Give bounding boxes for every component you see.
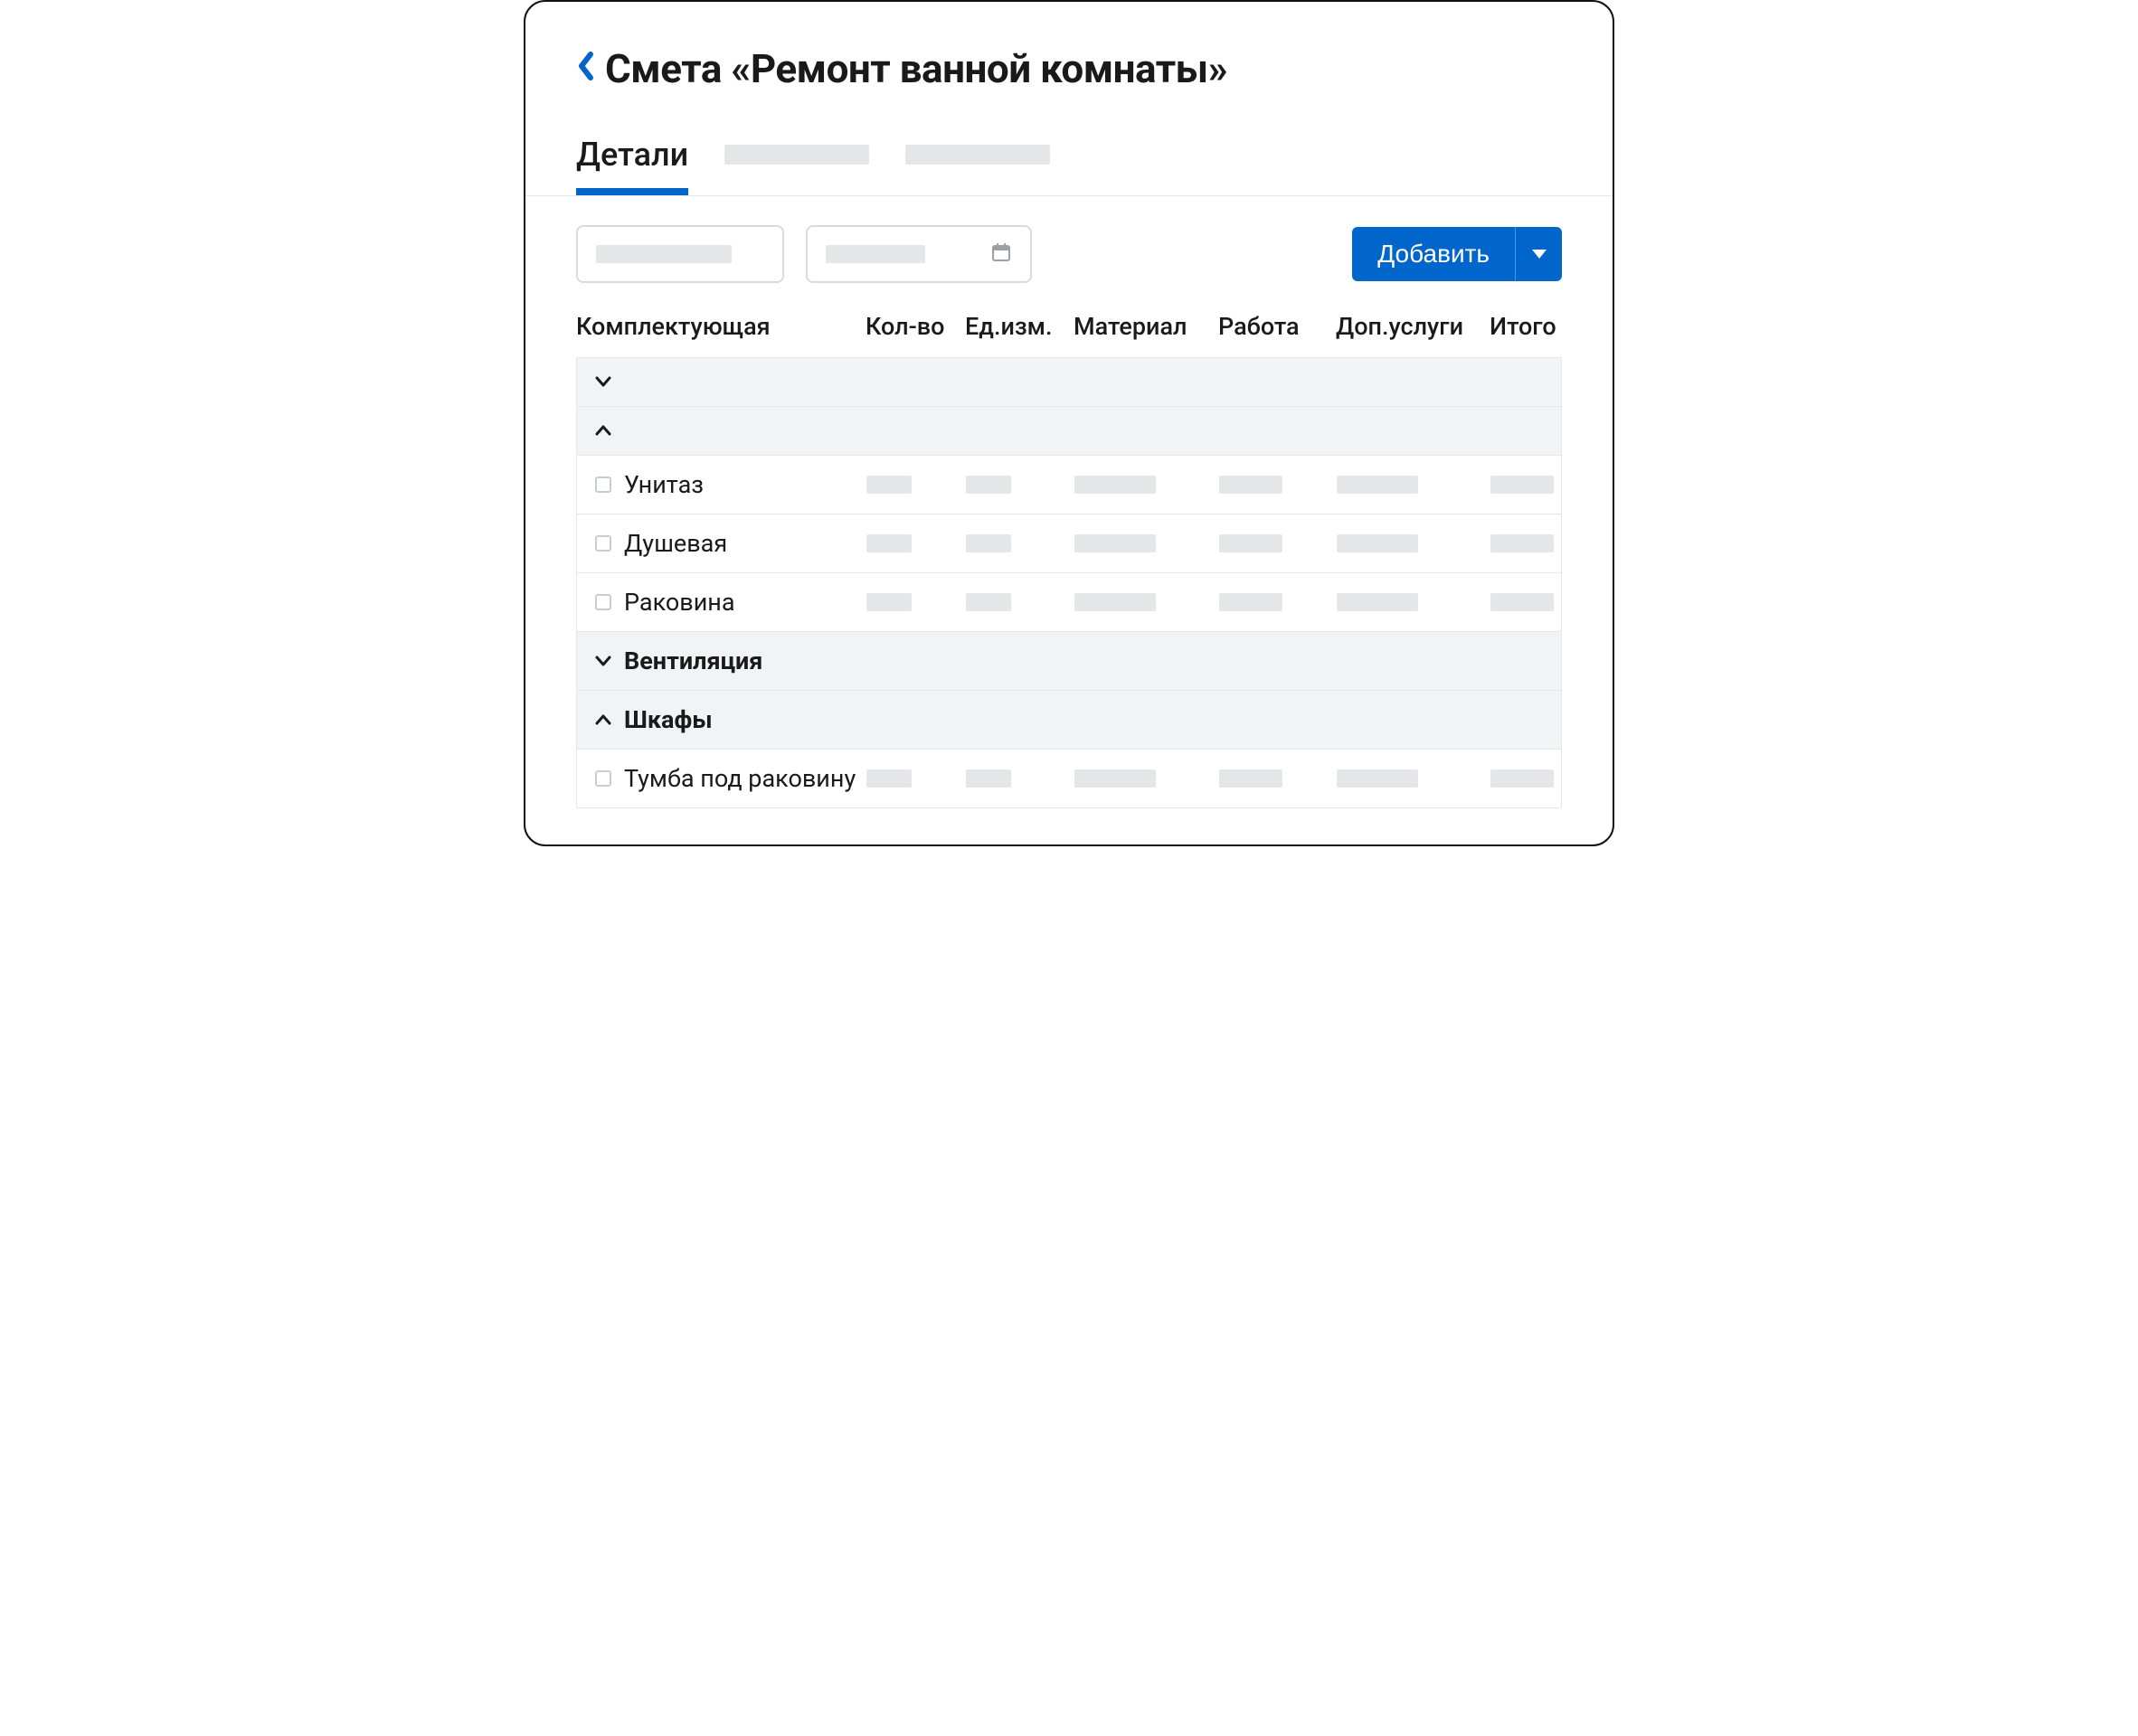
calendar-icon: [990, 241, 1012, 267]
checkbox[interactable]: [595, 594, 611, 610]
item-name: Душевая: [624, 529, 727, 558]
chevron-up-icon: [595, 421, 611, 440]
cell-placeholder: [1490, 476, 1554, 494]
cell-placeholder: [1219, 534, 1282, 552]
field-placeholder: [826, 245, 925, 263]
cell-placeholder: [966, 769, 1011, 788]
cell-placeholder: [1490, 534, 1554, 552]
col-material: Материал: [1074, 312, 1218, 341]
group-name: Вентиляция: [624, 646, 762, 675]
group-row[interactable]: Шкафы: [577, 691, 1561, 750]
table: Комплектующая Кол-во Ед.изм. Материал Ра…: [525, 312, 1613, 844]
cell-placeholder: [1074, 593, 1156, 611]
cell-placeholder: [1490, 593, 1554, 611]
tab-details[interactable]: Детали: [576, 136, 688, 195]
cell-placeholder: [1219, 476, 1282, 494]
cell-placeholder: [1219, 593, 1282, 611]
cell-placeholder: [866, 769, 912, 788]
add-button-dropdown[interactable]: [1515, 227, 1562, 281]
table-row[interactable]: Унитаз: [577, 456, 1561, 514]
col-component: Комплектующая: [576, 312, 866, 341]
col-services: Доп.услуги: [1336, 312, 1490, 341]
checkbox[interactable]: [595, 535, 611, 552]
add-button-group: Добавить: [1352, 227, 1562, 281]
cell-placeholder: [866, 534, 912, 552]
chevron-down-icon: [595, 373, 611, 392]
field-placeholder: [596, 245, 732, 263]
table-row[interactable]: Тумба под раковину: [577, 750, 1561, 807]
chevron-down-icon: [595, 652, 611, 671]
item-name: Раковина: [624, 588, 735, 617]
title-row: Смета «Ремонт ванной комнаты»: [576, 45, 1562, 92]
back-chevron-icon[interactable]: [576, 51, 594, 88]
cell-placeholder: [966, 534, 1011, 552]
col-total: Итого: [1490, 312, 1589, 341]
cell-placeholder: [1074, 769, 1156, 788]
group-row[interactable]: [577, 358, 1561, 407]
tab-placeholder: [905, 145, 1050, 165]
col-work: Работа: [1218, 312, 1336, 341]
cell-placeholder: [1337, 593, 1418, 611]
table-body: Унитаз Душевая: [576, 357, 1562, 808]
cell-placeholder: [1337, 476, 1418, 494]
toolbar: Добавить: [525, 196, 1613, 312]
group-name: Шкафы: [624, 705, 713, 734]
cell-placeholder: [866, 476, 912, 494]
cell-placeholder: [1219, 769, 1282, 788]
checkbox[interactable]: [595, 476, 611, 493]
item-name: Унитаз: [624, 470, 704, 499]
cell-placeholder: [966, 593, 1011, 611]
group-row[interactable]: [577, 407, 1561, 456]
estimate-card: Смета «Ремонт ванной комнаты» Детали Доб…: [524, 0, 1614, 846]
table-row[interactable]: Душевая: [577, 514, 1561, 573]
group-row[interactable]: Вентиляция: [577, 632, 1561, 691]
cell-placeholder: [1337, 769, 1418, 788]
table-header: Комплектующая Кол-во Ед.изм. Материал Ра…: [576, 312, 1562, 357]
item-name: Тумба под раковину: [624, 764, 856, 793]
chevron-up-icon: [595, 711, 611, 730]
cell-placeholder: [1490, 769, 1554, 788]
cell-placeholder: [1074, 534, 1156, 552]
date-field[interactable]: [806, 225, 1032, 283]
cell-placeholder: [1074, 476, 1156, 494]
card-header: Смета «Ремонт ванной комнаты» Детали: [525, 2, 1613, 195]
cell-placeholder: [866, 593, 912, 611]
filter-field-1[interactable]: [576, 225, 784, 283]
tabs: Детали: [576, 136, 1562, 195]
checkbox[interactable]: [595, 770, 611, 787]
table-row[interactable]: Раковина: [577, 573, 1561, 632]
col-unit: Ед.изм.: [965, 312, 1074, 341]
col-qty: Кол-во: [866, 312, 965, 341]
add-button[interactable]: Добавить: [1352, 227, 1515, 281]
page-title: Смета «Ремонт ванной комнаты»: [605, 45, 1227, 92]
tab-placeholder: [724, 145, 869, 165]
cell-placeholder: [1337, 534, 1418, 552]
cell-placeholder: [966, 476, 1011, 494]
